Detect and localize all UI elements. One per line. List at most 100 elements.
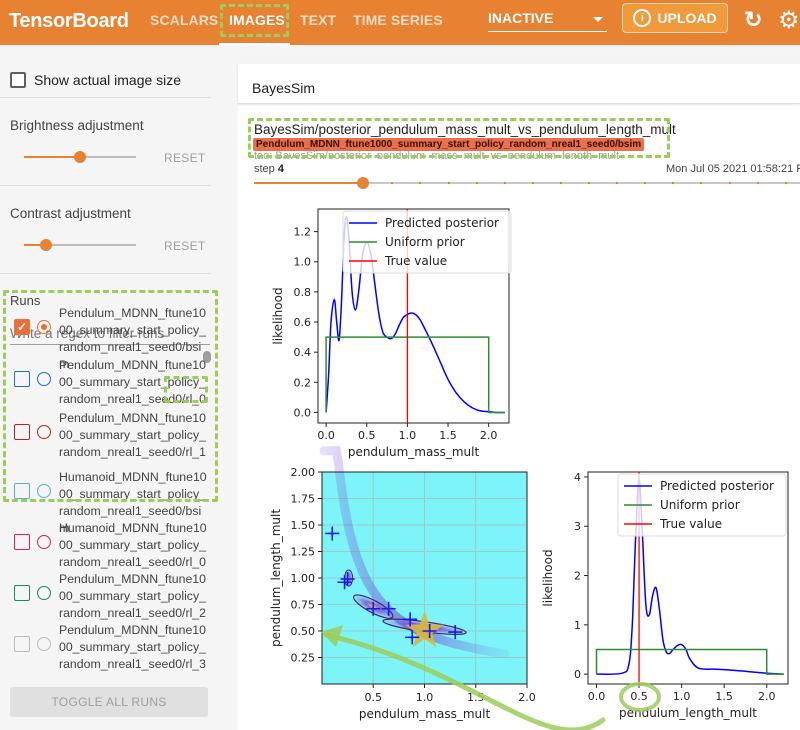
legend-label: Predicted posterior — [660, 479, 774, 493]
run-checkbox[interactable]: ✓ — [14, 319, 30, 335]
run-label: Pendulum_MDNN_ftune1000_summary_start_po… — [59, 572, 206, 620]
run-chip: Pendulum_MDNN_ftune1000_summary_start_po… — [253, 138, 645, 151]
y-tick-label: 0.2 — [294, 376, 312, 389]
step-tick[interactable] — [531, 182, 534, 184]
step-prefix: step — [254, 163, 275, 175]
y-axis-label: likelihood — [541, 549, 555, 606]
x-tick-label: 0.0 — [588, 690, 606, 703]
y-tick-label: 0.4 — [294, 346, 312, 359]
y-tick-label: 1.00 — [291, 572, 316, 585]
run-radio[interactable] — [37, 586, 51, 600]
x-tick-label: 0.0 — [317, 429, 335, 442]
y-tick-label: 4 — [574, 471, 581, 484]
run-checkbox[interactable] — [14, 585, 30, 601]
run-checkbox[interactable] — [14, 636, 30, 652]
run-item[interactable]: Humanoid_MDNN_ftune1000_summary_start_po… — [14, 520, 214, 572]
run-checkbox[interactable] — [14, 371, 30, 387]
main-content: BayesSim BayesSim/posterior_pendulum_mas… — [238, 64, 800, 730]
chart-length-posterior: 0.0 0.5 1.0 1.5 2.001234pendulum_length_mult… — [541, 471, 789, 720]
x-tick-label: 1.0 — [673, 690, 691, 703]
runs-list: ✓ Pendulum_MDNN_ftune1000_summary_start_p… — [0, 0, 230, 687]
run-item[interactable]: ✓ Pendulum_MDNN_ftune1000_summary_start_p… — [14, 305, 214, 371]
timestamp: Mon Jul 05 2021 01:58:21 PM — [666, 163, 800, 175]
step-tick[interactable] — [700, 182, 703, 184]
y-tick-label: 1.2 — [294, 226, 312, 239]
run-checkbox[interactable] — [14, 534, 30, 550]
y-axis-label: pendulum_length_mult — [269, 509, 283, 647]
x-tick-label: 0.5 — [630, 690, 648, 703]
legend-label: True value — [659, 517, 722, 531]
step-value: 4 — [277, 163, 284, 175]
toggle-all-runs-button[interactable]: TOGGLE ALL RUNS — [10, 687, 208, 717]
legend-label: Uniform prior — [385, 235, 465, 249]
step-tick[interactable] — [503, 182, 506, 184]
run-item[interactable]: Pendulum_MDNN_ftune1000_summary_start_po… — [14, 622, 214, 674]
step-tick[interactable] — [728, 182, 731, 184]
step-tick[interactable] — [391, 182, 394, 184]
step-tick[interactable] — [616, 182, 619, 184]
run-label: Pendulum_MDNN_ftune1000_summary_start_po… — [59, 411, 206, 459]
density-contour — [344, 569, 354, 587]
legend-label: Predicted posterior — [385, 216, 499, 230]
step-slider-handle[interactable] — [357, 177, 370, 189]
inactive-plugins-dropdown[interactable]: INACTIVE — [488, 10, 607, 32]
upload-button[interactable]: i UPLOAD — [622, 3, 728, 33]
step-tick[interactable] — [784, 182, 787, 184]
group-header[interactable]: BayesSim — [238, 64, 800, 104]
step-label: step 4 — [254, 163, 284, 175]
step-tick[interactable] — [447, 182, 450, 184]
y-axis-label: likelihood — [271, 287, 285, 344]
inactive-dropdown-label: INACTIVE — [488, 10, 554, 26]
run-checkbox[interactable] — [14, 424, 30, 440]
legend-label: Uniform prior — [660, 498, 740, 512]
tab-images[interactable]: IMAGES — [229, 12, 285, 28]
y-tick-label: 0 — [574, 668, 581, 681]
run-item[interactable]: Pendulum_MDNN_ftune1000_summary_start_po… — [14, 410, 214, 462]
run-radio[interactable] — [37, 637, 51, 651]
y-tick-label: 3 — [574, 520, 581, 533]
run-radio[interactable] — [37, 535, 51, 549]
x-tick-label: 0.5 — [365, 691, 383, 704]
y-tick-label: 0.8 — [294, 286, 312, 299]
x-tick-label: 1.5 — [715, 690, 733, 703]
run-item[interactable]: Humanoid_MDNN_ftune1000_summary_start_po… — [14, 469, 214, 535]
run-radio[interactable] — [37, 320, 51, 334]
posterior-figure: 0.0 0.5 1.0 1.5 2.0 0.0 0.2 0.4 0.6 0.8 1.0 1.2 pend… — [269, 208, 789, 730]
run-checkbox[interactable] — [14, 483, 30, 499]
step-tick[interactable] — [588, 182, 590, 184]
y-tick-label: 0.75 — [291, 599, 316, 612]
tab-time-series[interactable]: TIME SERIES — [353, 12, 443, 28]
y-tick-label: 2.00 — [291, 466, 316, 479]
run-radio[interactable] — [37, 425, 51, 439]
run-item[interactable]: Pendulum_MDNN_ftune1000_summary_start_po… — [14, 571, 214, 623]
step-tick[interactable] — [559, 182, 562, 184]
chart-mass-posterior: 0.0 0.5 1.0 1.5 2.0 0.0 0.2 0.4 0.6 0.8 1.0 1.2 pend… — [271, 208, 512, 459]
step-tick[interactable] — [644, 182, 647, 184]
run-radio-dot — [40, 323, 47, 330]
step-slider-fill — [254, 182, 364, 184]
step-tick[interactable] — [475, 182, 478, 184]
y-tick-label: 0.0 — [294, 406, 312, 419]
image-card-title: BayesSim/posterior_pendulum_mass_mult_vs… — [254, 122, 676, 137]
info-icon: i — [633, 9, 652, 27]
chevron-down-icon — [593, 17, 603, 22]
tab-text[interactable]: TEXT — [300, 12, 336, 28]
run-radio[interactable] — [37, 372, 51, 386]
step-slider[interactable] — [254, 177, 800, 189]
run-radio[interactable] — [37, 484, 51, 498]
upload-label: UPLOAD — [657, 10, 717, 26]
x-tick-label: 2.0 — [758, 690, 776, 703]
gear-icon[interactable]: ⚙ — [778, 6, 800, 35]
y-tick-label: 0.6 — [294, 316, 312, 329]
step-tick[interactable] — [419, 182, 422, 184]
refresh-icon[interactable]: ↻ — [744, 7, 762, 33]
step-tick[interactable] — [756, 182, 759, 184]
y-tick-label: 1 — [574, 619, 581, 632]
x-tick-label: 2.0 — [480, 429, 498, 442]
run-item[interactable]: Pendulum_MDNN_ftune1000_summary_start_po… — [14, 357, 214, 409]
chart-joint-posterior: 0.5 1.0 1.5 2.00.250.500.751.001.251.501.75… — [269, 446, 536, 721]
step-tick[interactable] — [672, 182, 675, 184]
x-axis-label: pendulum_mass_mult — [348, 445, 480, 459]
y-tick-label: 1.50 — [291, 519, 316, 532]
y-tick-label: 2 — [574, 570, 581, 583]
